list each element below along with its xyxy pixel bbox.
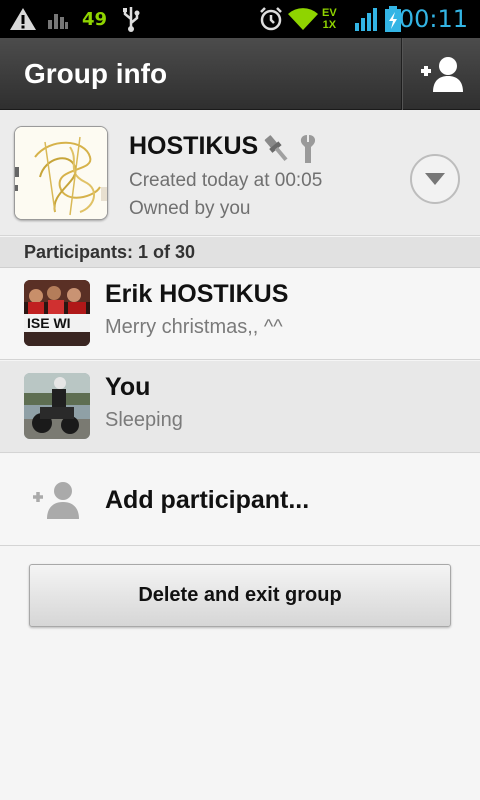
- page-title: Group info: [24, 58, 168, 89]
- add-participant-label: Add participant...: [105, 486, 310, 514]
- add-participant-row[interactable]: Add participant...: [0, 454, 480, 546]
- participant-avatar: ISE WI: [24, 280, 90, 346]
- chevron-down-icon: [425, 173, 445, 185]
- participant-status: Merry christmas,, ^^: [105, 316, 283, 338]
- participant-name: You: [105, 373, 151, 401]
- action-bar: Group info: [0, 38, 480, 110]
- group-header: HOSTIKUS Created today at 00:05 Owned by…: [0, 110, 480, 236]
- usb-icon: [120, 0, 142, 38]
- participant-name: Erik HOSTIKUS: [105, 280, 289, 308]
- clock: 00:11: [398, 5, 468, 33]
- add-person-icon: [33, 482, 79, 519]
- warning-icon: [9, 0, 37, 38]
- cell-signal-icon: [355, 0, 377, 38]
- group-avatar[interactable]: [14, 126, 108, 220]
- svg-text:ISE WI: ISE WI: [27, 315, 71, 331]
- add-person-icon: [421, 57, 463, 92]
- action-bar-divider: [401, 38, 403, 110]
- status-bar: 49 EV 1X 00:11: [0, 0, 480, 38]
- add-participant-action-button[interactable]: [404, 38, 480, 110]
- expand-button[interactable]: [410, 154, 460, 204]
- carrier-top: EV: [322, 6, 337, 19]
- participant-status: Sleeping: [105, 409, 183, 431]
- alarm-icon: [258, 0, 284, 38]
- participants-header: Participants: 1 of 30: [0, 237, 480, 268]
- delete-and-exit-button[interactable]: Delete and exit group: [29, 564, 451, 627]
- wifi-icon: [287, 0, 319, 38]
- carrier-indicator: EV 1X: [322, 0, 337, 38]
- carrier-bottom: 1X: [322, 18, 337, 31]
- participant-avatar: [24, 373, 90, 439]
- participant-row[interactable]: ISE WI Erik HOSTIKUS Merry christmas,, ^…: [0, 268, 480, 360]
- signal-chart-icon: [47, 0, 69, 38]
- participant-row[interactable]: You Sleeping: [0, 361, 480, 453]
- group-created-text: Created today at 00:05: [129, 170, 323, 191]
- network-number: 49: [82, 8, 108, 30]
- tools-emoji-icon: [263, 132, 323, 166]
- group-name: HOSTIKUS: [129, 132, 259, 160]
- group-owner-text: Owned by you: [129, 198, 251, 219]
